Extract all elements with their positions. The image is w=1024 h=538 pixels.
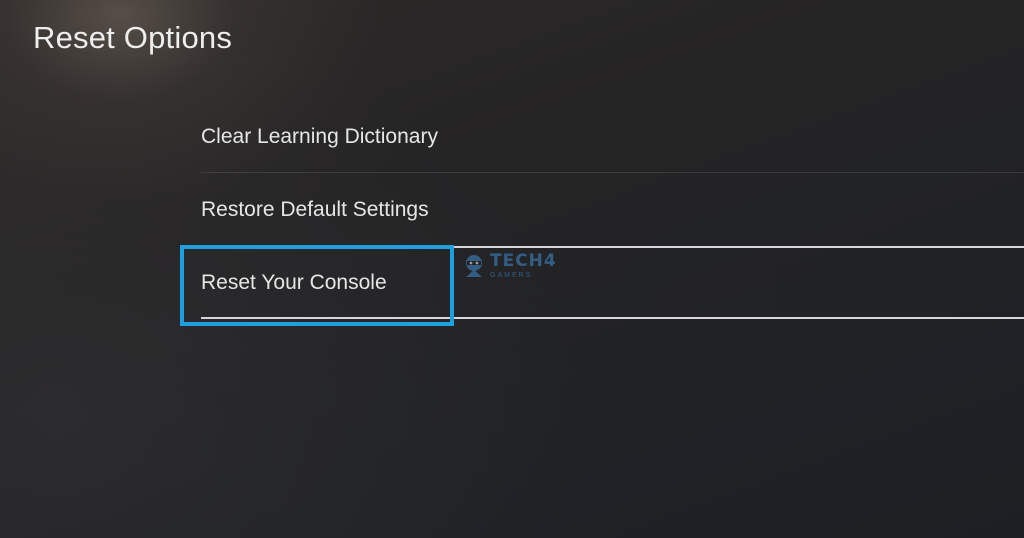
watermark-subtitle: GAMERS [490,272,533,279]
page-title: Reset Options [33,20,233,55]
watermark-logo: TECH4 GAMERS [462,253,557,279]
menu-item-label: Restore Default Settings [201,197,429,221]
ninja-mascot-icon [466,255,482,277]
menu-item-label: Reset Your Console [201,270,387,294]
menu-item-reset-your-console[interactable]: Reset Your Console [185,246,1024,319]
watermark-title: TECH4 [490,251,557,271]
menu-item-restore-default-settings[interactable]: Restore Default Settings [185,173,1024,246]
menu-item-clear-learning-dictionary[interactable]: Clear Learning Dictionary [185,100,1024,173]
reset-options-menu: Clear Learning Dictionary Restore Defaul… [185,100,1024,319]
menu-item-label: Clear Learning Dictionary [201,124,438,148]
watermark-text: TECH4 GAMERS [490,251,557,280]
